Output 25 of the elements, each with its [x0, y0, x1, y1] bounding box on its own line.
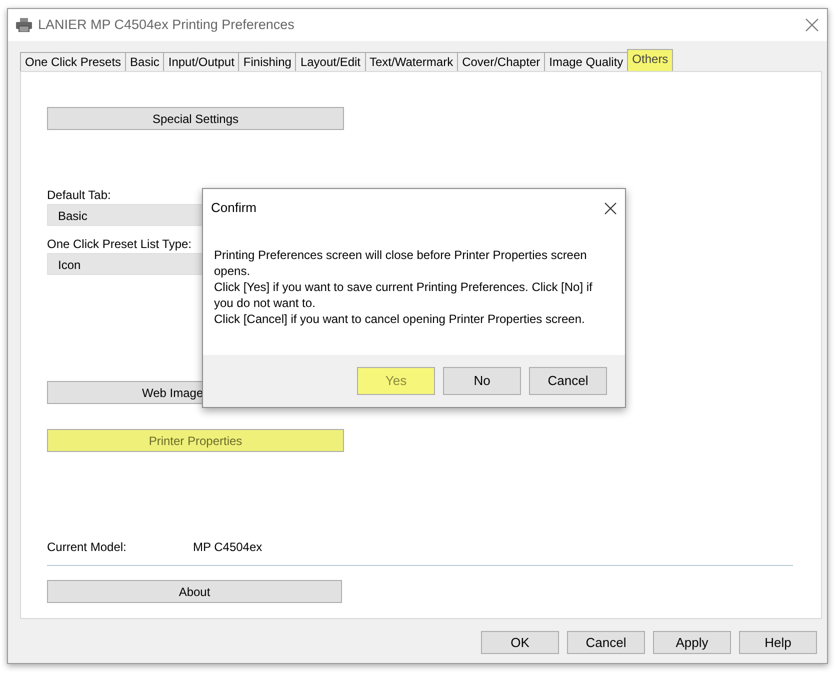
field-label: One Click Preset List Type: — [47, 237, 193, 252]
printer-properties-button[interactable]: Printer Properties — [47, 429, 344, 452]
dialog-message: Click [Cancel] if you want to cancel opening Printer Properties screen. — [214, 311, 586, 327]
current-model-label: Current Model: — [47, 539, 128, 555]
help-button[interactable]: Help — [739, 631, 817, 654]
ok-button[interactable]: OK — [481, 631, 559, 654]
tab[interactable]: Layout/Edit — [295, 52, 366, 71]
printer-icon — [16, 18, 32, 32]
cancel-button[interactable]: Cancel — [567, 631, 645, 654]
special-settings-button[interactable]: Special Settings — [47, 107, 344, 130]
about-button[interactable]: About — [47, 580, 342, 603]
cancel-button[interactable]: Cancel — [529, 367, 607, 395]
dialog-message: Click [Yes] if you want to save current Printing Preferences. Click [No] if you do not want to. — [214, 279, 594, 311]
tab[interactable]: Input/Output — [163, 52, 240, 71]
field-label: Default Tab: — [47, 188, 112, 203]
tab[interactable]: Finishing — [238, 52, 296, 71]
no-button[interactable]: No — [443, 367, 521, 395]
close-button[interactable] — [604, 202, 617, 214]
tab[interactable]: One Click Presets — [20, 52, 126, 71]
apply-button[interactable]: Apply — [653, 631, 731, 654]
current-model-value: MP C4504ex — [193, 539, 262, 555]
window-title: LANIER MP C4504ex Printing Preferences — [38, 16, 294, 34]
tab[interactable]: Others — [627, 49, 674, 71]
tab[interactable]: Cover/Chapter — [457, 52, 546, 71]
tab[interactable]: Image Quality — [544, 52, 628, 71]
